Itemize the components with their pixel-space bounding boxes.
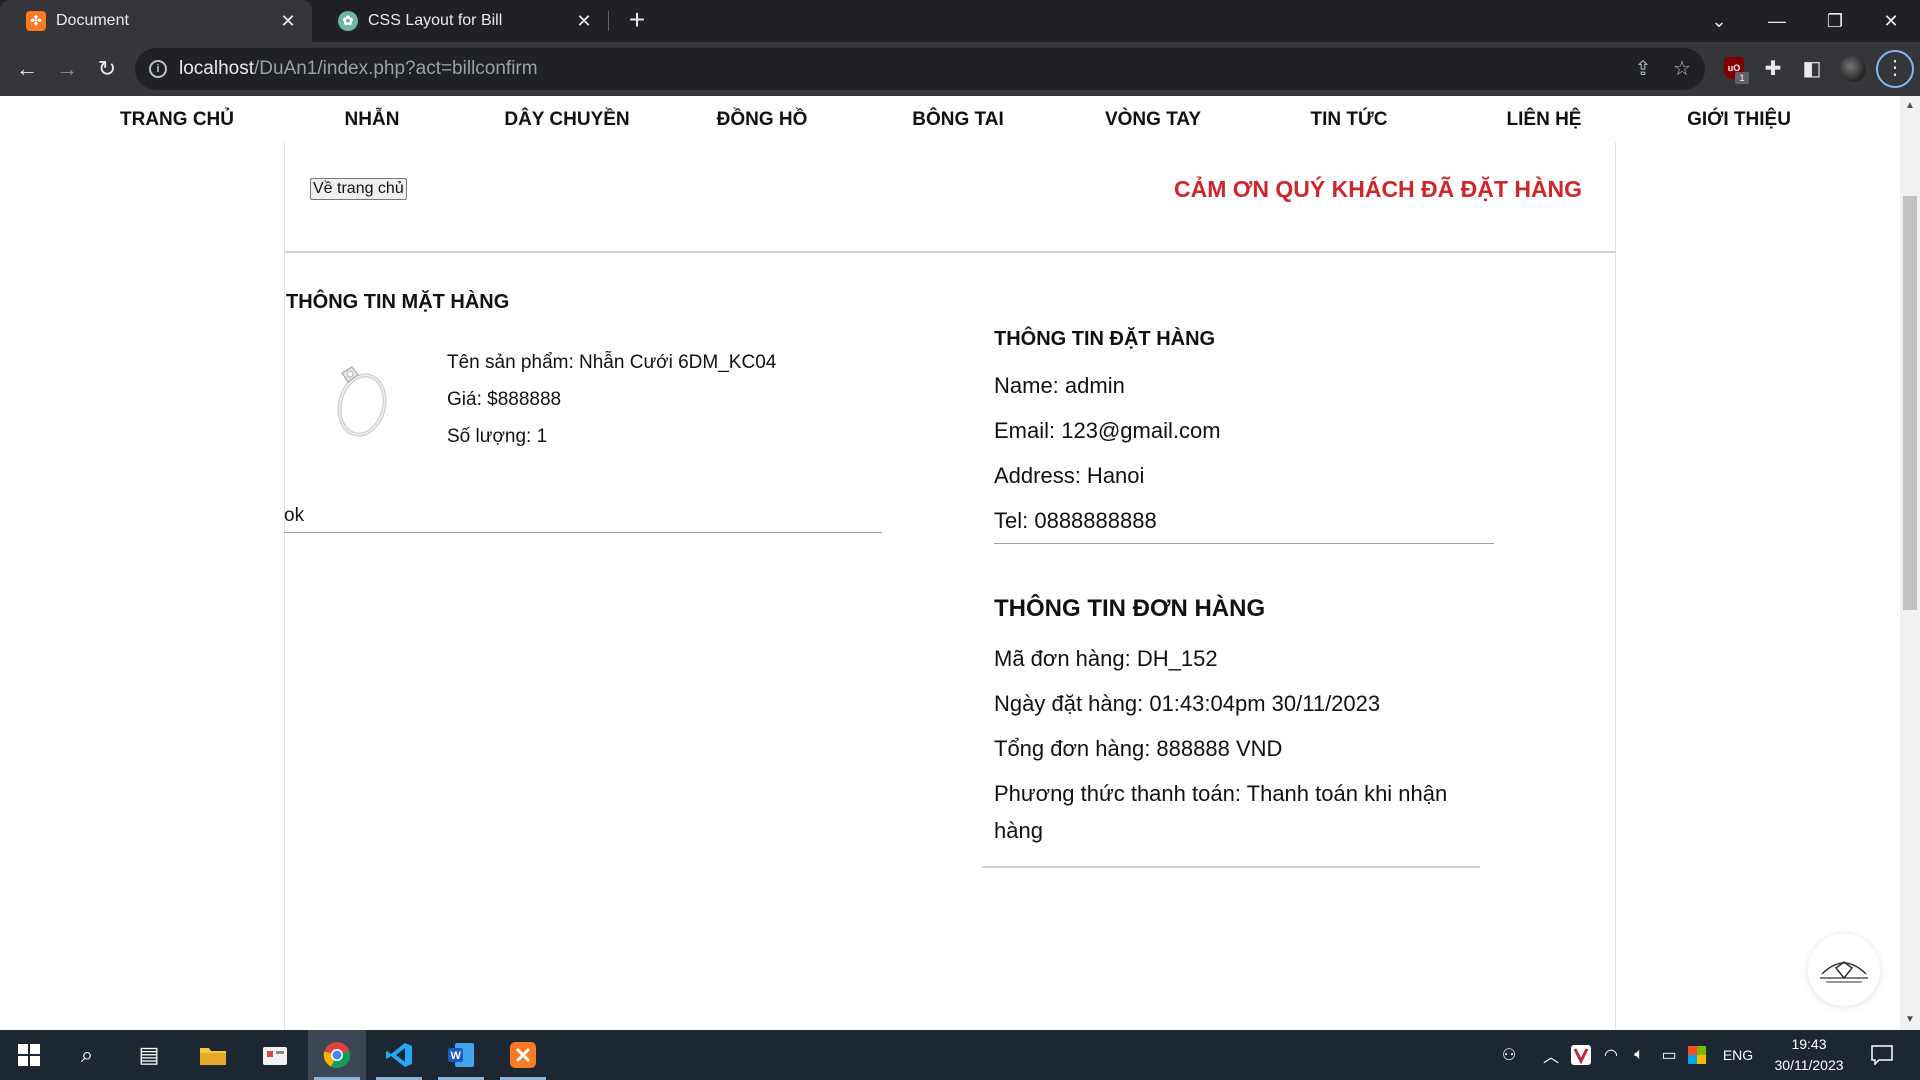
volume-icon[interactable]: 🔈︎	[1626, 1030, 1652, 1080]
vivaldi-tray-icon[interactable]	[1568, 1030, 1594, 1080]
task-view-icon[interactable]: ▤	[120, 1030, 178, 1080]
url-text[interactable]: localhost/DuAn1/index.php?act=billconfir…	[179, 58, 538, 80]
order-date: Ngày đặt hàng: 01:43:04pm 30/11/2023	[994, 691, 1381, 716]
scroll-down-arrow-icon[interactable]: ▼	[1900, 1014, 1920, 1025]
nav-item-tin-tuc[interactable]: TIN TỨC	[1311, 109, 1388, 131]
payment-method-line-2: hàng	[994, 818, 1043, 843]
product-price: Giá: $888888	[447, 389, 562, 410]
search-icon[interactable]: ⌕	[58, 1030, 116, 1080]
tab-title: Document	[56, 12, 129, 29]
customer-name: Name: admin	[994, 373, 1125, 398]
nav-item-dong-ho[interactable]: ĐỒNG HỒ	[717, 109, 808, 131]
page-viewport: TRANG CHỦ NHẪN DÂY CHUYỀN ĐỒNG HỒ BÔNG T…	[0, 96, 1900, 1030]
chrome-taskbar-icon[interactable]	[308, 1030, 366, 1080]
window-close-icon[interactable]: ✕	[1862, 0, 1920, 42]
file-explorer-icon[interactable]	[184, 1030, 242, 1080]
product-name: Tên sản phẩm: Nhẫn Cưới 6DM_KC04	[447, 352, 777, 373]
nav-item-day-chuyen[interactable]: DÂY CHUYỀN	[504, 109, 629, 131]
color-app-tray-icon[interactable]	[1684, 1030, 1710, 1080]
header-divider	[284, 251, 1616, 253]
site-info-icon[interactable]: i	[149, 60, 167, 78]
browser-toolbar: ← → ↻ i localhost/DuAn1/index.php?act=bi…	[0, 42, 1920, 96]
customer-section-title: THÔNG TIN ĐẶT HÀNG	[994, 328, 1216, 350]
floating-jewelry-logo[interactable]	[1808, 934, 1880, 1006]
side-panel-icon[interactable]: ◧	[1797, 54, 1827, 84]
url-path: /DuAn1/index.php?act=billconfirm	[254, 58, 538, 79]
customer-divider	[994, 543, 1494, 544]
svg-text:W: W	[451, 1050, 462, 1062]
nav-item-gioi-thieu[interactable]: GIỚI THIỆU	[1687, 109, 1791, 131]
browser-tab-strip: ✣ Document ✕ ✿ CSS Layout for Bill ✕ + ⌄…	[0, 0, 1920, 42]
tab-search-icon[interactable]: ⌄	[1690, 0, 1748, 42]
screen: ✣ Document ✕ ✿ CSS Layout for Bill ✕ + ⌄…	[0, 0, 1920, 1080]
xampp-taskbar-icon[interactable]	[494, 1030, 552, 1080]
bookmark-star-icon[interactable]: ☆	[1669, 56, 1695, 82]
customer-email: Email: 123@gmail.com	[994, 418, 1221, 443]
customer-tel: Tel: 0888888888	[994, 508, 1157, 533]
close-icon[interactable]: ✕	[574, 11, 594, 31]
windows-start-icon[interactable]	[0, 1030, 58, 1080]
people-icon[interactable]: ⚇	[1494, 1030, 1524, 1080]
address-bar[interactable]: i localhost/DuAn1/index.php?act=billconf…	[135, 48, 1705, 90]
diamond-crown-icon	[1820, 961, 1868, 983]
ublock-count-badge: 1	[1735, 72, 1749, 84]
clock-time: 19:43	[1791, 1036, 1827, 1052]
nav-item-nhan[interactable]: NHẪN	[345, 109, 400, 131]
snipping-tool-icon[interactable]	[246, 1030, 304, 1080]
order-section-title: THÔNG TIN ĐƠN HÀNG	[994, 595, 1266, 622]
nav-item-bong-tai[interactable]: BÔNG TAI	[912, 109, 1003, 131]
url-host: localhost	[179, 58, 254, 79]
order-code: Mã đơn hàng: DH_152	[994, 646, 1218, 671]
page-scrollbar[interactable]: ▲ ▼	[1900, 96, 1920, 1030]
vscode-icon[interactable]	[370, 1030, 428, 1080]
word-icon[interactable]: W	[432, 1030, 490, 1080]
share-icon[interactable]: ⇪	[1630, 56, 1656, 82]
product-quantity: Số lượng: 1	[447, 426, 548, 447]
scroll-up-arrow-icon[interactable]: ▲	[1900, 100, 1920, 111]
clock[interactable]: 19:43 30/11/2023	[1764, 1034, 1854, 1076]
windows-taskbar: ⌕ ▤ W ⚇ ︿ ◠ 🔈︎ ▭ ENG 19:43 30/11/2023	[0, 1030, 1920, 1080]
status-text: ok	[284, 505, 305, 526]
xampp-icon: ✣	[26, 11, 46, 31]
home-button[interactable]: Về trang chủ	[310, 178, 407, 200]
order-total: Tổng đơn hàng: 888888 VND	[994, 736, 1283, 761]
customer-address: Address: Hanoi	[994, 463, 1145, 488]
nav-item-trang-chu[interactable]: TRANG CHỦ	[120, 109, 234, 131]
thank-you-heading: CẢM ƠN QUÝ KHÁCH ĐÃ ĐẶT HÀNG	[1174, 176, 1583, 202]
scrollbar-thumb[interactable]	[1903, 196, 1917, 610]
product-ring-image	[337, 366, 387, 437]
minimize-icon[interactable]: —	[1748, 0, 1806, 42]
nav-item-vong-tay[interactable]: VÒNG TAY	[1105, 109, 1201, 131]
tab-document[interactable]: ✣ Document ✕	[0, 0, 312, 42]
restore-icon[interactable]: ❐	[1806, 0, 1864, 42]
profile-avatar[interactable]	[1840, 56, 1866, 82]
reload-icon[interactable]: ↻	[90, 52, 124, 86]
order-divider	[982, 866, 1480, 868]
product-divider	[284, 532, 882, 533]
language-indicator[interactable]: ENG	[1718, 1030, 1758, 1080]
product-section-title: THÔNG TIN MẶT HÀNG	[286, 291, 510, 313]
tab-separator	[608, 11, 609, 31]
battery-icon[interactable]: ▭	[1656, 1030, 1682, 1080]
back-icon[interactable]: ←	[10, 52, 44, 86]
extensions-puzzle-icon[interactable]: ✚	[1758, 54, 1788, 84]
notifications-icon[interactable]	[1862, 1030, 1902, 1080]
bill-confirm-container	[284, 142, 1616, 1030]
wifi-icon[interactable]: ◠	[1598, 1030, 1624, 1080]
payment-method-line-1: Phương thức thanh toán: Thanh toán khi n…	[994, 781, 1448, 806]
clock-date: 30/11/2023	[1774, 1057, 1844, 1073]
tab-css-layout-for-bill[interactable]: ✿ CSS Layout for Bill ✕	[312, 0, 608, 42]
nav-item-lien-he[interactable]: LIÊN HỆ	[1507, 109, 1582, 131]
show-hidden-icons-chevron[interactable]: ︿	[1538, 1030, 1564, 1080]
close-icon[interactable]: ✕	[278, 11, 298, 31]
main-navigation: TRANG CHỦ NHẪN DÂY CHUYỀN ĐỒNG HỒ BÔNG T…	[0, 96, 1900, 142]
tab-title: CSS Layout for Bill	[368, 12, 503, 29]
forward-icon[interactable]: →	[50, 52, 84, 86]
chatgpt-icon: ✿	[338, 11, 358, 31]
new-tab-button[interactable]: +	[622, 6, 652, 36]
browser-menu-icon[interactable]: ⋮	[1876, 50, 1914, 88]
